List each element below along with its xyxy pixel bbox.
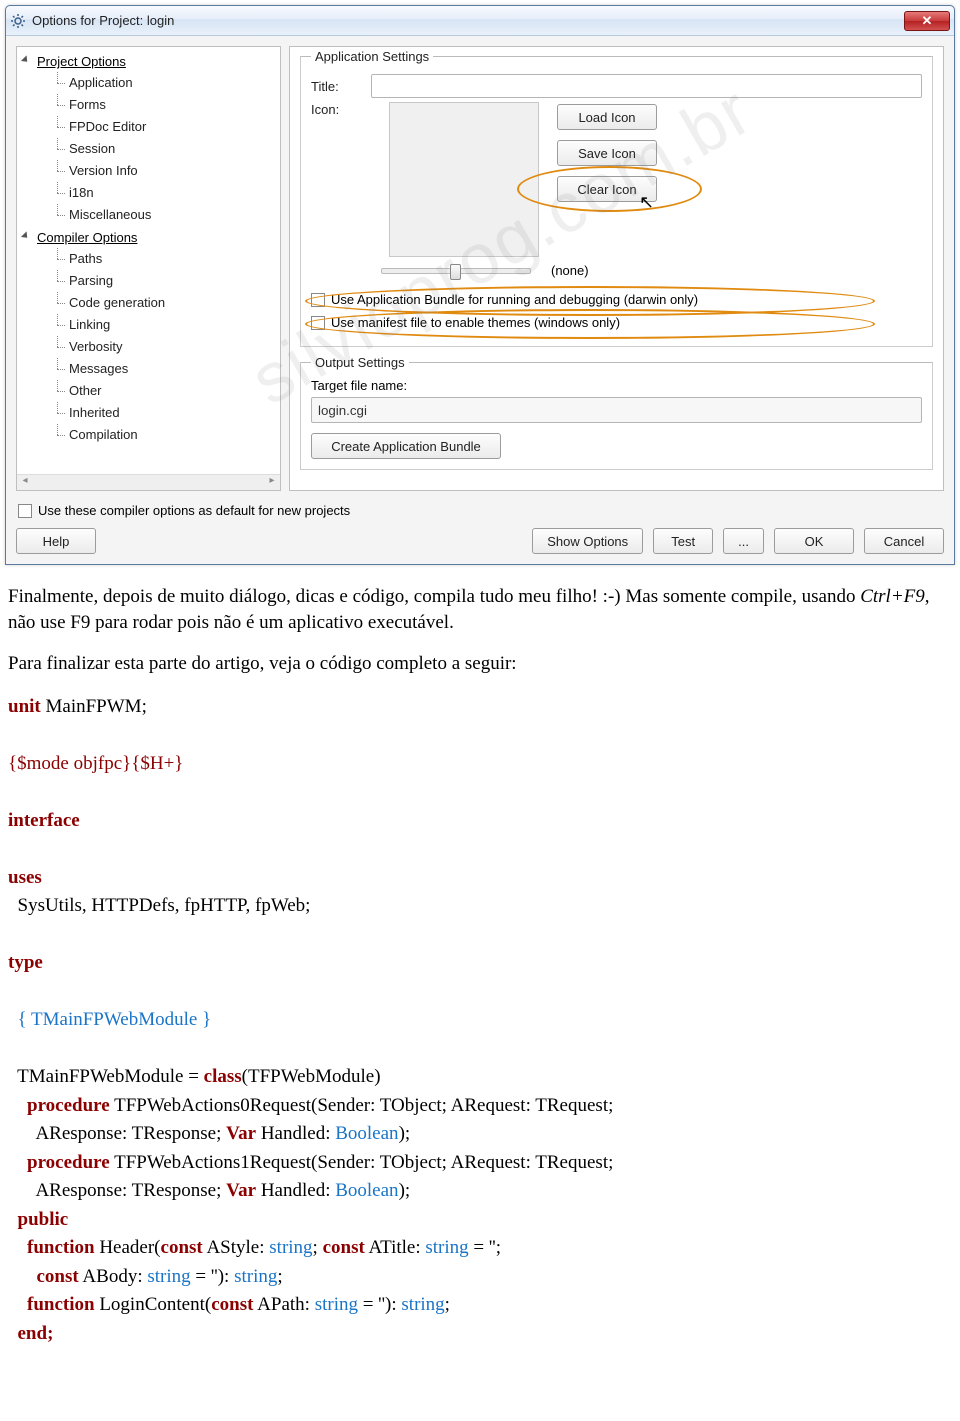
save-icon-button[interactable]: Save Icon — [557, 140, 657, 166]
options-dialog: Options for Project: login ✕ Project Opt… — [5, 5, 955, 565]
title-input[interactable] — [371, 74, 922, 98]
checkbox-icon — [18, 504, 32, 518]
options-tree[interactable]: Project Options Application Forms FPDoc … — [17, 51, 280, 447]
ok-button[interactable]: OK — [774, 528, 854, 554]
tree-item[interactable]: Verbosity — [55, 336, 280, 358]
icon-size-slider[interactable] — [381, 268, 531, 274]
create-bundle-button[interactable]: Create Application Bundle — [311, 433, 501, 459]
tree-project-options[interactable]: Project Options Application Forms FPDoc … — [23, 51, 280, 227]
code-block: unit MainFPWM; {$mode objfpc}{$H+} inter… — [8, 693, 952, 1349]
group-legend: Application Settings — [311, 49, 433, 64]
tree-item[interactable]: Messages — [55, 358, 280, 380]
target-filename-input[interactable] — [311, 397, 922, 423]
tree-item[interactable]: FPDoc Editor — [55, 116, 280, 138]
tree-item[interactable]: Code generation — [55, 292, 280, 314]
group-legend: Output Settings — [311, 355, 409, 370]
paragraph: Para finalizar esta parte do artigo, vej… — [8, 651, 952, 677]
window-title: Options for Project: login — [32, 13, 904, 28]
icon-label: Icon: — [311, 102, 371, 117]
settings-panel: Application Settings Title: Icon: Load I… — [289, 46, 944, 491]
titlebar: Options for Project: login ✕ — [6, 6, 954, 36]
show-options-button[interactable]: Show Options — [532, 528, 643, 554]
checkbox-icon — [311, 316, 325, 330]
tree-item[interactable]: Linking — [55, 314, 280, 336]
tree-hscrollbar[interactable]: ◂ ▸ — [17, 474, 280, 490]
close-icon: ✕ — [922, 13, 933, 29]
checkbox-icon — [311, 293, 325, 307]
checkbox-label: Use Application Bundle for running and d… — [331, 292, 698, 307]
icon-size-label: (none) — [551, 263, 589, 278]
checkbox-label: Use manifest file to enable themes (wind… — [331, 315, 620, 330]
close-button[interactable]: ✕ — [904, 11, 950, 31]
application-settings-group: Application Settings Title: Icon: Load I… — [300, 49, 933, 347]
caret-icon — [21, 55, 30, 64]
gear-icon — [10, 13, 26, 29]
icon-preview — [389, 102, 539, 257]
scroll-left-icon[interactable]: ◂ — [17, 475, 33, 490]
shortcut-text: Ctrl+F9 — [860, 586, 925, 607]
use-app-bundle-checkbox[interactable]: Use Application Bundle for running and d… — [311, 290, 922, 309]
paragraph: Finalmente, depois de muito diálogo, dic… — [8, 584, 952, 635]
tree-item[interactable]: Version Info — [55, 160, 280, 182]
tree-item[interactable]: Compilation — [55, 424, 280, 446]
scroll-right-icon[interactable]: ▸ — [264, 475, 280, 490]
test-button[interactable]: Test — [653, 528, 713, 554]
tree-item[interactable]: Miscellaneous — [55, 204, 280, 226]
checkbox-label: Use these compiler options as default fo… — [38, 503, 350, 518]
load-icon-button[interactable]: Load Icon — [557, 104, 657, 130]
tree-item[interactable]: Application — [55, 72, 280, 94]
use-manifest-checkbox[interactable]: Use manifest file to enable themes (wind… — [311, 313, 922, 332]
help-button[interactable]: Help — [16, 528, 96, 554]
tree-item[interactable]: Other — [55, 380, 280, 402]
tree-item[interactable]: Forms — [55, 94, 280, 116]
tree-label: Compiler Options — [37, 230, 137, 245]
dialog-button-bar: Help Show Options Test ... OK Cancel — [16, 528, 944, 554]
options-tree-panel: Project Options Application Forms FPDoc … — [16, 46, 281, 491]
article-body: Finalmente, depois de muito diálogo, dic… — [0, 570, 960, 1358]
tree-item[interactable]: i18n — [55, 182, 280, 204]
tree-label: Project Options — [37, 54, 126, 69]
tree-item[interactable]: Session — [55, 138, 280, 160]
output-settings-group: Output Settings Target file name: Create… — [300, 355, 933, 470]
slider-thumb[interactable] — [450, 264, 461, 280]
caret-icon — [21, 231, 30, 240]
title-label: Title: — [311, 79, 371, 94]
tree-item[interactable]: Inherited — [55, 402, 280, 424]
tree-item[interactable]: Parsing — [55, 270, 280, 292]
tree-compiler-options[interactable]: Compiler Options Paths Parsing Code gene… — [23, 227, 280, 447]
cancel-button[interactable]: Cancel — [864, 528, 944, 554]
use-as-default-checkbox[interactable]: Use these compiler options as default fo… — [18, 503, 942, 518]
target-filename-label: Target file name: — [311, 378, 922, 393]
cursor-arrow-icon: ↖ — [639, 192, 654, 213]
more-button[interactable]: ... — [723, 528, 764, 554]
tree-item[interactable]: Paths — [55, 248, 280, 270]
